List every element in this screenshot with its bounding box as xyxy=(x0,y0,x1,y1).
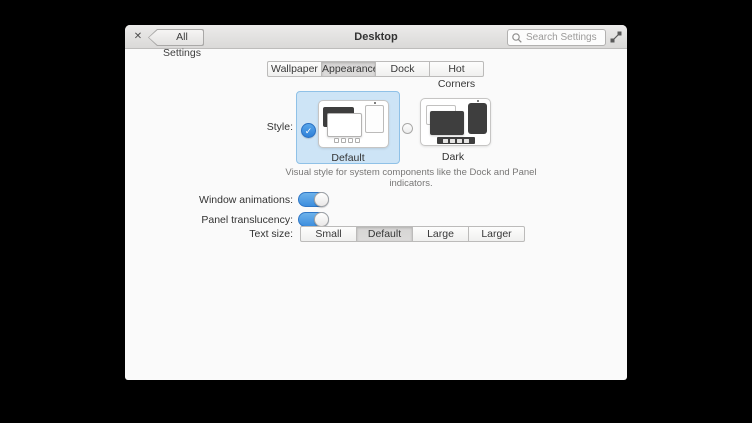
preview-window-front xyxy=(430,111,464,135)
tab-appearance[interactable]: Appearance xyxy=(321,61,376,77)
preview-panel xyxy=(468,103,487,134)
search-icon xyxy=(511,32,523,44)
preview-panel xyxy=(365,105,384,133)
back-button-label: All Settings xyxy=(160,29,204,46)
toggle-knob xyxy=(314,192,329,207)
maximize-icon[interactable] xyxy=(609,30,623,44)
preview-dock xyxy=(437,137,475,144)
preview-panel-indicator xyxy=(374,102,376,104)
close-icon[interactable]: ✕ xyxy=(131,25,145,49)
text-size-small[interactable]: Small xyxy=(300,226,357,242)
panel-translucency-toggle[interactable] xyxy=(298,212,329,227)
preview-window-front xyxy=(327,113,362,137)
style-option-default-label: Default xyxy=(297,152,399,164)
style-description: Visual style for system components like … xyxy=(283,167,539,189)
text-size-label: Text size: xyxy=(163,228,293,241)
text-size-control: Small Default Large Larger xyxy=(300,226,525,242)
default-style-preview xyxy=(318,100,389,148)
preview-dock xyxy=(334,138,360,143)
panel-translucency-label: Panel translucency: xyxy=(163,214,293,227)
window-animations-toggle[interactable] xyxy=(298,192,329,207)
style-default-radio-checked[interactable]: ✓ xyxy=(301,123,316,138)
all-settings-back-button[interactable]: All Settings xyxy=(148,29,204,46)
diagonal-expand-icon xyxy=(609,30,623,44)
style-option-dark[interactable]: Dark xyxy=(402,91,512,164)
tab-wallpaper[interactable]: Wallpaper xyxy=(267,61,322,77)
tab-hot-corners[interactable]: Hot Corners xyxy=(429,61,484,77)
toggle-knob xyxy=(314,212,329,227)
desktop-background: ✕ All Settings Desktop xyxy=(0,0,752,423)
header-bar[interactable]: ✕ All Settings Desktop xyxy=(125,25,627,49)
text-size-large[interactable]: Large xyxy=(412,226,469,242)
style-option-dark-label: Dark xyxy=(398,151,508,163)
search-input[interactable] xyxy=(526,30,604,45)
dark-style-preview xyxy=(420,98,491,146)
text-size-larger[interactable]: Larger xyxy=(468,226,525,242)
style-option-default[interactable]: ✓ Default xyxy=(296,91,400,164)
tab-bar: Wallpaper Appearance Dock Hot Corners xyxy=(267,61,484,77)
style-dark-radio-unchecked[interactable] xyxy=(402,123,413,134)
preview-panel-indicator xyxy=(477,100,479,102)
text-size-default[interactable]: Default xyxy=(356,226,413,242)
window-animations-label: Window animations: xyxy=(163,194,293,207)
style-label: Style: xyxy=(163,121,293,134)
search-field[interactable] xyxy=(507,29,606,46)
settings-window: ✕ All Settings Desktop xyxy=(125,25,627,380)
tab-dock[interactable]: Dock xyxy=(375,61,430,77)
